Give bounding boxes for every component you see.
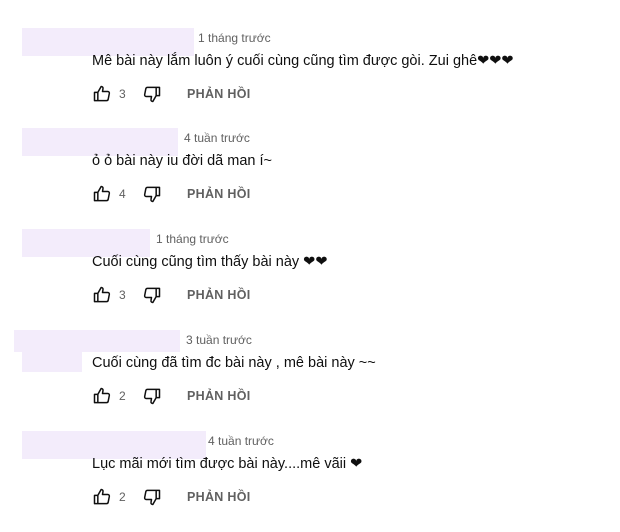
- reply-button[interactable]: PHẢN HỒI: [187, 187, 251, 201]
- comment-text: Mê bài này lắm luôn ý cuối cùng cũng tìm…: [92, 53, 514, 69]
- comment-text: Cuối cùng cũng tìm thấy bài này ❤❤: [92, 254, 328, 270]
- like-count: 4: [119, 187, 126, 201]
- comment-timestamp[interactable]: 1 tháng trước: [156, 232, 229, 246]
- redacted-author-name-tail: [22, 352, 82, 372]
- redacted-author-name: [22, 28, 194, 56]
- redacted-author-name: [22, 128, 178, 156]
- comment-text: Cuối cùng đã tìm đc bài này , mê bài này…: [92, 355, 376, 371]
- redacted-author-name: [22, 229, 150, 257]
- comment-actions: 3 PHẢN HỒI: [92, 84, 352, 106]
- comment-text: ỏ ỏ bài này iu đời dã man í~: [92, 153, 272, 169]
- comment-actions: 2 PHẢN HỒI: [92, 386, 352, 408]
- redacted-author-name: [22, 431, 206, 459]
- comment-actions: 3 PHẢN HỒI: [92, 285, 352, 307]
- thumbs-up-icon[interactable]: [92, 487, 112, 507]
- thumbs-down-icon[interactable]: [142, 84, 162, 104]
- thumbs-up-icon[interactable]: [92, 386, 112, 406]
- like-count: 2: [119, 490, 126, 504]
- redacted-author-name: [14, 330, 180, 352]
- reply-button[interactable]: PHẢN HỒI: [187, 490, 251, 504]
- comment-item: 4 tuần trước Lục mãi mới tìm được bài nà…: [0, 431, 620, 532]
- reply-button[interactable]: PHẢN HỒI: [187, 389, 251, 403]
- comment-item: 1 tháng trước Cuối cùng cũng tìm thấy bà…: [0, 229, 620, 330]
- reply-button[interactable]: PHẢN HỒI: [187, 288, 251, 302]
- like-count: 3: [119, 87, 126, 101]
- comment-actions: 2 PHẢN HỒI: [92, 487, 352, 509]
- thumbs-up-icon[interactable]: [92, 84, 112, 104]
- comment-timestamp[interactable]: 4 tuần trước: [184, 131, 250, 145]
- comment-text: Lục mãi mới tìm được bài này....mê vãii …: [92, 456, 363, 472]
- thumbs-down-icon[interactable]: [142, 285, 162, 305]
- thumbs-down-icon[interactable]: [142, 487, 162, 507]
- thumbs-up-icon[interactable]: [92, 184, 112, 204]
- like-count: 2: [119, 389, 126, 403]
- comment-item: 1 tháng trước Mê bài này lắm luôn ý cuối…: [0, 28, 620, 129]
- comment-item: 3 tuần trước Cuối cùng đã tìm đc bài này…: [0, 330, 620, 431]
- thumbs-down-icon[interactable]: [142, 386, 162, 406]
- comment-timestamp[interactable]: 4 tuần trước: [208, 434, 274, 448]
- comment-timestamp[interactable]: 3 tuần trước: [186, 333, 252, 347]
- comment-actions: 4 PHẢN HỒI: [92, 184, 352, 206]
- reply-button[interactable]: PHẢN HỒI: [187, 87, 251, 101]
- comment-item: 4 tuần trước ỏ ỏ bài này iu đời dã man í…: [0, 128, 620, 229]
- thumbs-down-icon[interactable]: [142, 184, 162, 204]
- thumbs-up-icon[interactable]: [92, 285, 112, 305]
- comment-timestamp[interactable]: 1 tháng trước: [198, 31, 271, 45]
- like-count: 3: [119, 288, 126, 302]
